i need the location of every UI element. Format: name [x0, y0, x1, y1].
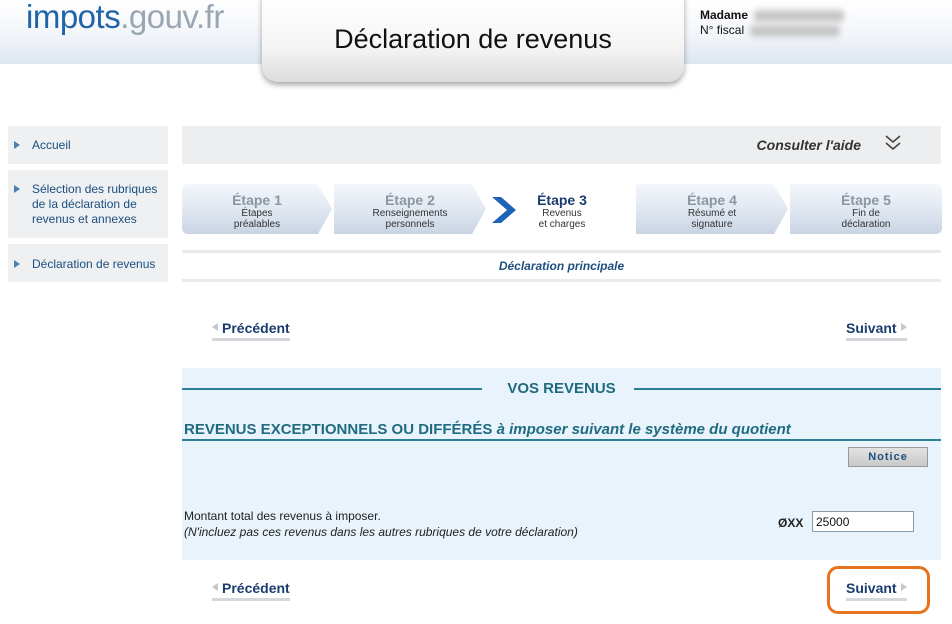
step-subtitle: Renseignements — [372, 208, 448, 219]
sidebar-item-label: Déclaration de revenus — [32, 257, 156, 271]
previous-label: Précédent — [222, 580, 290, 596]
revenus-panel: VOS REVENUS REVENUS EXCEPTIONNELS OU DIF… — [182, 368, 941, 560]
step-subtitle: déclaration — [841, 219, 891, 230]
next-label: Suivant — [846, 320, 897, 336]
section-title: VOS REVENUS — [182, 380, 941, 397]
step-5: Étape 5 Fin de déclaration — [790, 184, 942, 234]
amount-description: Montant total des revenus à imposer. — [184, 509, 381, 523]
step-title: Étape 1 — [232, 192, 282, 208]
step-subtitle: et charges — [538, 219, 586, 230]
bullet-arrow-icon — [14, 141, 20, 149]
previous-link-top[interactable]: Précédent — [212, 320, 290, 341]
sidebar-item-accueil[interactable]: Accueil — [8, 126, 168, 164]
next-arrow-icon — [900, 323, 907, 331]
page-title-tab: Déclaration de revenus — [262, 0, 684, 82]
previous-arrow-icon — [212, 323, 218, 331]
help-link[interactable]: Consulter l'aide — [757, 137, 861, 153]
sidebar-item-label: Sélection des rubriques de la déclaratio… — [32, 182, 158, 226]
step-subtitle: Revenus — [542, 208, 582, 219]
bullet-arrow-icon — [14, 260, 20, 268]
step-3-current: Étape 3 Revenus et charges — [520, 184, 604, 234]
step-title: Étape 5 — [841, 192, 891, 208]
step-subtitle: Résumé et — [687, 208, 737, 219]
step-1: Étape 1 Étapes préalables — [182, 184, 332, 234]
next-button-highlight — [827, 566, 930, 614]
sidebar-item-declaration[interactable]: Déclaration de revenus — [8, 244, 168, 282]
step-subtitle: préalables — [233, 219, 281, 230]
step-subtitle: personnels — [385, 219, 435, 230]
step-subtitle: Fin de — [852, 208, 880, 219]
step-title: Étape 2 — [385, 192, 435, 208]
site-logo[interactable]: impots.gouv.fr — [26, 0, 224, 36]
step-title: Étape 3 — [537, 192, 587, 208]
step-subtitle: Étapes — [241, 208, 273, 219]
subheading-divider — [182, 439, 941, 441]
page-title: Déclaration de revenus — [334, 24, 612, 54]
previous-link-bottom[interactable]: Précédent — [212, 580, 290, 601]
user-info: Madame N° fiscal — [700, 8, 845, 38]
step-title: Étape 4 — [687, 192, 737, 208]
redacted-fiscal-number — [750, 24, 841, 37]
amount-input[interactable] — [812, 511, 914, 532]
redacted-name — [754, 9, 845, 22]
declaration-bar: Déclaration principale — [182, 250, 941, 282]
declaration-label: Déclaration principale — [498, 259, 625, 273]
step-subtitle: signature — [691, 219, 733, 230]
revenus-subheading: REVENUS EXCEPTIONNELS OU DIFFÉRÉS à impo… — [184, 421, 791, 438]
fiscal-number-label: N° fiscal — [700, 23, 745, 37]
previous-label: Précédent — [222, 320, 290, 336]
bullet-arrow-icon — [14, 185, 20, 193]
chevron-right-icon — [492, 197, 516, 223]
logo-main: impots — [26, 0, 121, 35]
sidebar-item-label: Accueil — [32, 138, 71, 152]
amount-note: (N'incluez pas ces revenus dans les autr… — [184, 525, 578, 539]
previous-arrow-icon — [212, 583, 218, 591]
sidebar-item-selection-rubriques[interactable]: Sélection des rubriques de la déclaratio… — [8, 170, 168, 238]
amount-label: Montant total des revenus à imposer. (N'… — [184, 508, 578, 540]
step-4: Étape 4 Résumé et signature — [636, 184, 788, 234]
next-link-top[interactable]: Suivant — [846, 320, 907, 341]
double-chevron-down-icon[interactable] — [883, 133, 903, 153]
user-title: Madame — [700, 8, 749, 22]
field-code: ØXX — [778, 516, 804, 530]
notice-button[interactable]: Notice — [848, 447, 928, 467]
step-2: Étape 2 Renseignements personnels — [334, 184, 486, 234]
logo-domain: .gouv.fr — [120, 0, 224, 35]
help-bar: Consulter l'aide — [182, 126, 941, 164]
